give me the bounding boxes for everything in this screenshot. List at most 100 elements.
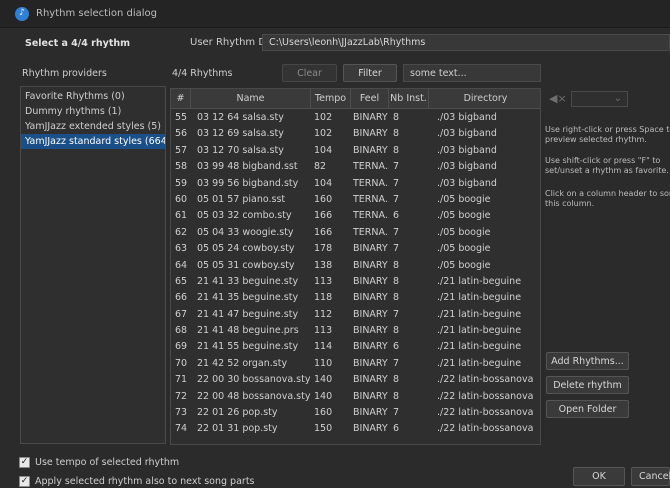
table-row[interactable]: 73 22 01 26 pop.sty 160 BINARY 7 ./22 latin-b… <box>171 405 540 421</box>
row-tempo: 114 <box>314 341 333 353</box>
table-row[interactable]: 62 05 04 33 woogie.sty 166 TERNA... 7 ./05 bo… <box>171 225 540 241</box>
row-tempo: 104 <box>314 144 333 156</box>
table-row[interactable]: 63 05 05 24 cowboy.sty 178 BINARY 7 ./05 boog… <box>171 241 540 257</box>
row-directory: ./03 bigband <box>437 161 497 173</box>
table-row[interactable]: 66 21 41 35 beguine.sty 118 BINARY 8 ./21 lat… <box>171 290 540 306</box>
row-nb-inst: 7 <box>393 193 400 205</box>
row-number: 72 <box>175 390 187 402</box>
volume-icon[interactable]: ◀× <box>549 92 567 106</box>
row-nb-inst: 8 <box>393 112 400 123</box>
row-tempo: 138 <box>314 259 333 271</box>
row-name: 05 05 24 cowboy.sty <box>197 243 295 255</box>
apply-next-checkbox[interactable]: ✓ <box>19 476 30 487</box>
row-name: 21 42 52 organ.sty <box>197 357 288 369</box>
filter-button[interactable]: Filter <box>343 64 397 82</box>
row-directory: ./21 latin-beguine <box>437 275 522 287</box>
ok-button[interactable]: OK <box>573 467 625 486</box>
row-feel: BINARY <box>353 259 388 271</box>
row-feel: BINARY <box>353 357 388 369</box>
row-name: 03 12 64 salsa.sty <box>197 112 284 123</box>
row-name: 22 01 31 pop.sty <box>197 423 278 435</box>
row-tempo: 140 <box>314 390 333 402</box>
preview-select[interactable]: ⌄ <box>571 91 628 107</box>
row-number: 56 <box>175 128 187 140</box>
app-icon: ♪ <box>15 6 29 21</box>
row-nb-inst: 8 <box>393 259 400 271</box>
open-folder-button[interactable]: Open Folder <box>546 400 629 418</box>
row-feel: BINARY <box>353 407 388 419</box>
help-preview-1: Use right-click or press Space to <box>545 125 670 134</box>
row-number: 59 <box>175 177 187 189</box>
col-header-feel[interactable]: Feel <box>351 89 389 109</box>
row-directory: ./03 bigband <box>437 144 497 156</box>
row-nb-inst: 8 <box>393 325 400 337</box>
delete-rhythm-button[interactable]: Delete rhythm <box>546 376 629 394</box>
row-tempo: 112 <box>314 308 333 320</box>
col-header-directory[interactable]: Directory <box>429 89 540 109</box>
row-name: 21 41 48 beguine.prs <box>197 325 299 337</box>
row-tempo: 104 <box>314 177 333 189</box>
chevron-down-icon: ⌄ <box>613 93 622 104</box>
row-number: 58 <box>175 161 187 173</box>
row-feel: TERNA... <box>353 177 389 189</box>
rhythms-table: # Name Tempo Feel Nb Inst. Directory 55 0… <box>170 88 541 445</box>
provider-item-dummy[interactable]: Dummy rhythms (1) <box>21 104 165 119</box>
row-tempo: 160 <box>314 193 333 205</box>
table-row[interactable]: 74 22 01 31 pop.sty 150 BINARY 6 ./22 latin-b… <box>171 421 540 437</box>
table-row[interactable]: 55 03 12 64 salsa.sty 102 BINARY 8 ./03 bigba… <box>171 110 540 126</box>
table-row[interactable]: 60 05 01 57 piano.sst 160 TERNA... 7 ./05 boo… <box>171 192 540 208</box>
add-rhythms-button[interactable]: Add Rhythms... <box>546 352 629 370</box>
row-tempo: 150 <box>314 423 333 435</box>
col-header-number[interactable]: # <box>171 89 191 109</box>
row-number: 64 <box>175 259 187 271</box>
row-directory: ./05 boogie <box>437 243 491 255</box>
table-row[interactable]: 64 05 05 31 cowboy.sty 138 BINARY 8 ./05 boog… <box>171 258 540 274</box>
row-nb-inst: 7 <box>393 308 400 320</box>
help-favorite-1: Use shift-click or press "F" to <box>545 156 661 165</box>
table-row[interactable]: 71 22 00 30 bossanova.sty 140 BINARY 8 ./22 l… <box>171 372 540 388</box>
table-row[interactable]: 67 21 41 47 beguine.sty 112 BINARY 7 ./21 lat… <box>171 307 540 323</box>
table-row[interactable]: 61 05 03 32 combo.sty 166 TERNA... 6 ./05 boo… <box>171 208 540 224</box>
provider-item-favorites[interactable]: Favorite Rhythms (0) <box>21 89 165 104</box>
table-row[interactable]: 57 03 12 70 salsa.sty 104 BINARY 8 ./03 bigba… <box>171 143 540 159</box>
row-number: 74 <box>175 423 187 435</box>
providers-title: Rhythm providers <box>22 68 107 79</box>
rhythms-label: 4/4 Rhythms <box>172 68 233 79</box>
row-directory: ./22 latin-bossanova <box>437 423 534 435</box>
help-preview-2: preview selected rhythm. <box>545 135 647 144</box>
row-tempo: 113 <box>314 275 333 287</box>
row-directory: ./22 latin-bossanova <box>437 374 534 386</box>
row-feel: TERNA... <box>353 161 389 173</box>
user-dir-field[interactable]: C:\Users\leonh\JJazzLab\Rhythms <box>262 34 670 51</box>
row-number: 71 <box>175 374 187 386</box>
table-row[interactable]: 70 21 42 52 organ.sty 110 BINARY 7 ./21 latin… <box>171 356 540 372</box>
row-nb-inst: 6 <box>393 210 400 222</box>
use-tempo-checkbox[interactable]: ✓ <box>19 457 30 468</box>
row-number: 66 <box>175 292 187 304</box>
table-row[interactable]: 59 03 99 56 bigband.sty 104 TERNA... 7 ./03 b… <box>171 176 540 192</box>
table-row[interactable]: 65 21 41 33 beguine.sty 113 BINARY 8 ./21 lat… <box>171 274 540 290</box>
row-directory: ./21 latin-beguine <box>437 357 522 369</box>
row-number: 63 <box>175 243 187 255</box>
provider-item-standard[interactable]: YamJJazz standard styles (664) <box>21 134 165 149</box>
col-header-name[interactable]: Name <box>191 89 311 109</box>
window-title: Rhythm selection dialog <box>36 8 158 19</box>
row-name: 05 03 32 combo.sty <box>197 210 292 222</box>
clear-button[interactable]: Clear <box>282 64 337 82</box>
table-row[interactable]: 58 03 99 48 bigband.sst 82 TERNA... 7 ./03 bi… <box>171 159 540 175</box>
filter-input[interactable]: some text... <box>403 64 541 82</box>
cancel-button[interactable]: Cancel <box>631 467 670 486</box>
table-row[interactable]: 56 03 12 69 salsa.sty 102 BINARY 8 ./03 bigba… <box>171 126 540 142</box>
table-row[interactable]: 69 21 41 55 beguine.sty 114 BINARY 6 ./21 lat… <box>171 339 540 355</box>
row-tempo: 166 <box>314 226 333 238</box>
col-header-nb-inst[interactable]: Nb Inst. <box>389 89 429 109</box>
col-header-tempo[interactable]: Tempo <box>311 89 351 109</box>
table-row[interactable]: 72 22 00 48 bossanova.sty 140 BINARY 8 ./22 l… <box>171 389 540 405</box>
row-name: 03 99 48 bigband.sst <box>197 161 298 173</box>
row-feel: BINARY <box>353 243 388 255</box>
provider-item-extended[interactable]: YamJJazz extended styles (5) <box>21 119 165 134</box>
apply-next-label: Apply selected rhythm also to next song … <box>35 476 255 487</box>
row-name: 21 41 55 beguine.sty <box>197 341 299 353</box>
row-feel: BINARY <box>353 144 388 156</box>
table-row[interactable]: 68 21 41 48 beguine.prs 113 BINARY 8 ./21 lat… <box>171 323 540 339</box>
